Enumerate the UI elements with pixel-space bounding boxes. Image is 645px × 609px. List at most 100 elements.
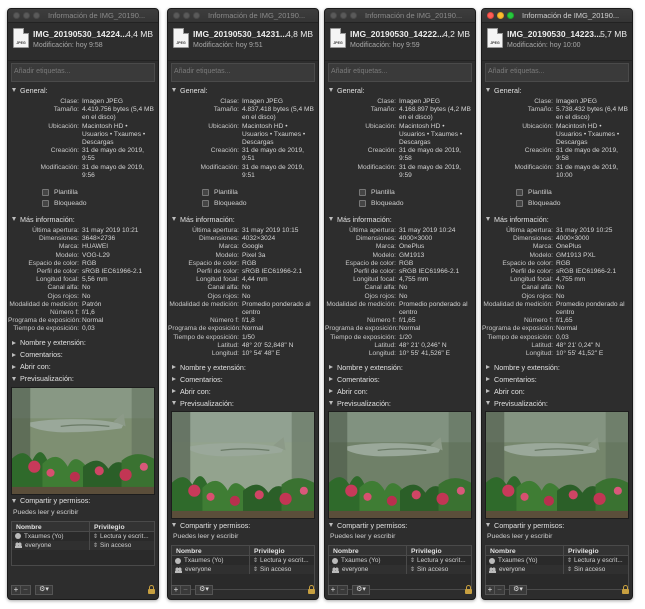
perm-everyone-privilege[interactable]: Sin acceso (100, 542, 131, 549)
locked-checkbox[interactable]: Bloqueado (202, 198, 318, 209)
zoom-button[interactable] (350, 12, 357, 19)
add-user-button[interactable]: + (11, 584, 21, 595)
section-preview[interactable]: Previsualización: (325, 397, 475, 409)
section-sharing[interactable]: Compartir y permisos: (482, 519, 632, 531)
add-user-button[interactable]: + (485, 584, 495, 595)
column-name-header[interactable]: Nombre (172, 546, 250, 556)
lock-icon[interactable] (148, 585, 155, 594)
close-button[interactable] (487, 12, 494, 19)
column-privilege-header[interactable]: Privilegio (407, 546, 446, 555)
remove-user-button[interactable]: − (181, 584, 191, 595)
perm-everyone-privilege[interactable]: Sin acceso (417, 566, 448, 573)
section-sharing[interactable]: Compartir y permisos: (325, 519, 475, 531)
section-name-extension[interactable]: Nombre y extensión: (8, 337, 158, 349)
section-more-info[interactable]: Más información: (8, 213, 158, 225)
template-checkbox[interactable]: Plantilla (516, 187, 632, 198)
perm-everyone-privilege[interactable]: Sin acceso (260, 566, 291, 573)
column-privilege-header[interactable]: Privilegio (250, 546, 289, 555)
section-name-extension[interactable]: Nombre y extensión: (168, 361, 318, 373)
locked-checkbox[interactable]: Bloqueado (516, 198, 632, 209)
section-preview[interactable]: Previsualización: (168, 397, 318, 409)
add-user-button[interactable]: + (171, 584, 181, 595)
table-row[interactable]: everyone ⇕ Sin acceso (329, 565, 471, 575)
table-row[interactable]: Txaumes (Yo) ⇕ Lectura y escrit... (329, 556, 471, 566)
section-open-with[interactable]: Abrir con: (168, 385, 318, 397)
perm-user-privilege[interactable]: Lectura y escrit... (574, 557, 623, 564)
lock-icon[interactable] (465, 585, 472, 594)
tags-input[interactable]: Añadir etiquetas... (485, 63, 629, 82)
lock-icon[interactable] (308, 585, 315, 594)
section-general[interactable]: General: (482, 84, 632, 96)
table-row[interactable]: Txaumes (Yo) ⇕ Lectura y escrit... (12, 531, 154, 541)
section-comments[interactable]: Comentarios: (482, 373, 632, 385)
action-menu-button[interactable]: ⚙︎▾ (352, 584, 370, 595)
column-name-header[interactable]: Nombre (486, 546, 564, 556)
perm-user-privilege[interactable]: Lectura y escrit... (260, 557, 309, 564)
perm-everyone-privilege[interactable]: Sin acceso (574, 566, 605, 573)
section-general[interactable]: General: (8, 84, 158, 96)
section-sharing[interactable]: Compartir y permisos: (8, 495, 158, 507)
table-row[interactable]: everyone ⇕ Sin acceso (172, 565, 314, 575)
section-more-info[interactable]: Más información: (325, 213, 475, 225)
section-comments[interactable]: Comentarios: (325, 373, 475, 385)
section-preview[interactable]: Previsualización: (482, 397, 632, 409)
zoom-button[interactable] (193, 12, 200, 19)
minimize-button[interactable] (183, 12, 190, 19)
tags-input[interactable]: Añadir etiquetas... (328, 63, 472, 82)
minimize-button[interactable] (23, 12, 30, 19)
info-key: Modalidad de medición: (9, 300, 79, 308)
title-bar[interactable]: Información de IMG_20190... (325, 9, 475, 23)
tags-input[interactable]: Añadir etiquetas... (11, 63, 155, 82)
section-more-info[interactable]: Más información: (168, 213, 318, 225)
zoom-button[interactable] (33, 12, 40, 19)
remove-user-button[interactable]: − (21, 584, 31, 595)
table-row[interactable]: Txaumes (Yo) ⇕ Lectura y escrit... (486, 556, 628, 566)
disclosure-down-icon (329, 523, 333, 528)
perm-user-privilege[interactable]: Lectura y escrit... (100, 533, 149, 540)
section-open-with[interactable]: Abrir con: (325, 385, 475, 397)
minimize-button[interactable] (340, 12, 347, 19)
remove-user-button[interactable]: − (495, 584, 505, 595)
template-checkbox[interactable]: Plantilla (202, 187, 318, 198)
section-open-with[interactable]: Abrir con: (8, 361, 158, 373)
template-checkbox[interactable]: Plantilla (359, 187, 475, 198)
column-name-header[interactable]: Nombre (12, 521, 90, 531)
title-bar[interactable]: Información de IMG_20190... (8, 9, 158, 23)
close-button[interactable] (330, 12, 337, 19)
section-comments[interactable]: Comentarios: (168, 373, 318, 385)
locked-checkbox[interactable]: Bloqueado (359, 198, 475, 209)
section-general[interactable]: General: (325, 84, 475, 96)
action-menu-button[interactable]: ⚙︎▾ (509, 584, 527, 595)
table-row[interactable]: everyone ⇕ Sin acceso (12, 540, 154, 550)
add-user-button[interactable]: + (328, 584, 338, 595)
lock-icon[interactable] (622, 585, 629, 594)
title-bar[interactable]: Información de IMG_20190... (168, 9, 318, 23)
column-privilege-header[interactable]: Privilegio (564, 546, 603, 555)
action-menu-button[interactable]: ⚙︎▾ (195, 584, 213, 595)
section-sharing[interactable]: Compartir y permisos: (168, 519, 318, 531)
section-name-extension[interactable]: Nombre y extensión: (482, 361, 632, 373)
title-bar[interactable]: Información de IMG_20190... (482, 9, 632, 23)
section-comments[interactable]: Comentarios: (8, 349, 158, 361)
table-row[interactable]: everyone ⇕ Sin acceso (486, 565, 628, 575)
section-open-with[interactable]: Abrir con: (482, 385, 632, 397)
tags-input[interactable]: Añadir etiquetas... (171, 63, 315, 82)
info-row: Modalidad de medición: Promedio ponderado… (325, 301, 475, 317)
info-key: Longitud focal: (353, 276, 396, 284)
zoom-button[interactable] (507, 12, 514, 19)
action-menu-button[interactable]: ⚙︎▾ (35, 584, 53, 595)
section-general[interactable]: General: (168, 84, 318, 96)
template-checkbox[interactable]: Plantilla (42, 187, 158, 198)
section-name-extension[interactable]: Nombre y extensión: (325, 361, 475, 373)
minimize-button[interactable] (497, 12, 504, 19)
column-privilege-header[interactable]: Privilegio (90, 522, 129, 531)
perm-user-privilege[interactable]: Lectura y escrit... (417, 557, 466, 564)
locked-checkbox[interactable]: Bloqueado (42, 198, 158, 209)
column-name-header[interactable]: Nombre (329, 546, 407, 556)
close-button[interactable] (173, 12, 180, 19)
table-row[interactable]: Txaumes (Yo) ⇕ Lectura y escrit... (172, 556, 314, 566)
section-preview[interactable]: Previsualización: (8, 373, 158, 385)
section-more-info[interactable]: Más información: (482, 213, 632, 225)
close-button[interactable] (13, 12, 20, 19)
remove-user-button[interactable]: − (338, 584, 348, 595)
